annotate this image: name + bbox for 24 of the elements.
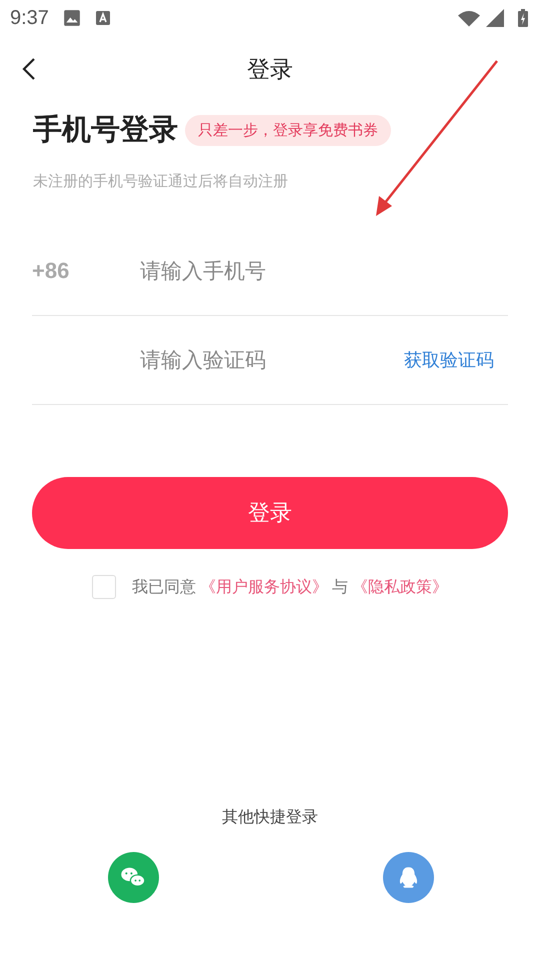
and-text: 与 [332,576,348,598]
signal-icon [486,9,504,27]
get-code-link[interactable]: 获取验证码 [404,348,494,372]
phone-input[interactable]: 请输入手机号 [138,258,508,284]
back-icon[interactable] [22,57,36,81]
privacy-link[interactable]: 《隐私政策》 [352,576,448,598]
login-button[interactable]: 登录 [32,477,508,549]
wifi-icon [458,10,480,26]
hint-text: 未注册的手机号验证通过后将自动注册 [33,172,289,191]
heading: 手机号登录 [33,111,178,148]
battery-icon [518,9,528,27]
agree-text: 我已同意 [132,576,196,598]
page-title: 登录 [247,56,293,84]
status-time: 9:37 [10,6,49,30]
other-login-label: 其他快捷登录 [222,807,318,828]
code-input[interactable]: 请输入验证码 [138,347,404,373]
penguin-button[interactable] [383,852,434,903]
app-icon [94,10,111,26]
promo-tag: 只差一步，登录享免费书券 [185,114,391,146]
chat-bubbles-button[interactable] [108,852,159,903]
image-icon [62,9,81,27]
country-code[interactable]: +86 [32,258,138,284]
terms-link[interactable]: 《用户服务协议》 [200,576,328,598]
agree-checkbox[interactable] [92,575,116,599]
